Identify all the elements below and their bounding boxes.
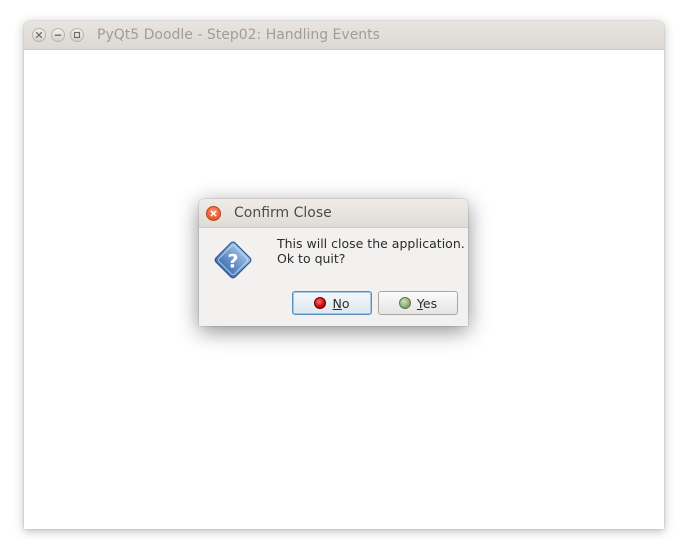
window-title: PyQt5 Doodle - Step02: Handling Events	[97, 27, 380, 43]
no-button[interactable]: No	[292, 291, 372, 315]
close-icon	[35, 31, 43, 39]
no-button-label: No	[332, 295, 350, 311]
yes-button[interactable]: Yes	[378, 291, 458, 315]
dialog-message: This will close the application. Ok to q…	[277, 236, 465, 266]
green-dot-icon	[398, 297, 411, 309]
svg-text:?: ?	[227, 251, 238, 273]
dialog-message-line2: Ok to quit?	[277, 251, 346, 266]
maximize-icon	[73, 31, 81, 39]
window-close-button[interactable]	[32, 28, 46, 42]
dialog-message-line1: This will close the application.	[277, 236, 465, 251]
confirm-dialog: Confirm Close ? This will close the appl…	[199, 199, 468, 326]
red-dot-icon	[314, 297, 327, 309]
question-icon: ?	[214, 241, 252, 279]
dialog-titlebar[interactable]: Confirm Close	[199, 199, 468, 228]
dialog-title: Confirm Close	[234, 205, 332, 221]
window-titlebar[interactable]: PyQt5 Doodle - Step02: Handling Events	[24, 21, 664, 50]
minimize-icon	[54, 34, 62, 36]
window-maximize-button[interactable]	[70, 28, 84, 42]
window-minimize-button[interactable]	[51, 28, 65, 42]
dialog-close-button[interactable]	[206, 206, 221, 221]
yes-button-label: Yes	[416, 295, 438, 311]
close-icon	[210, 210, 217, 217]
